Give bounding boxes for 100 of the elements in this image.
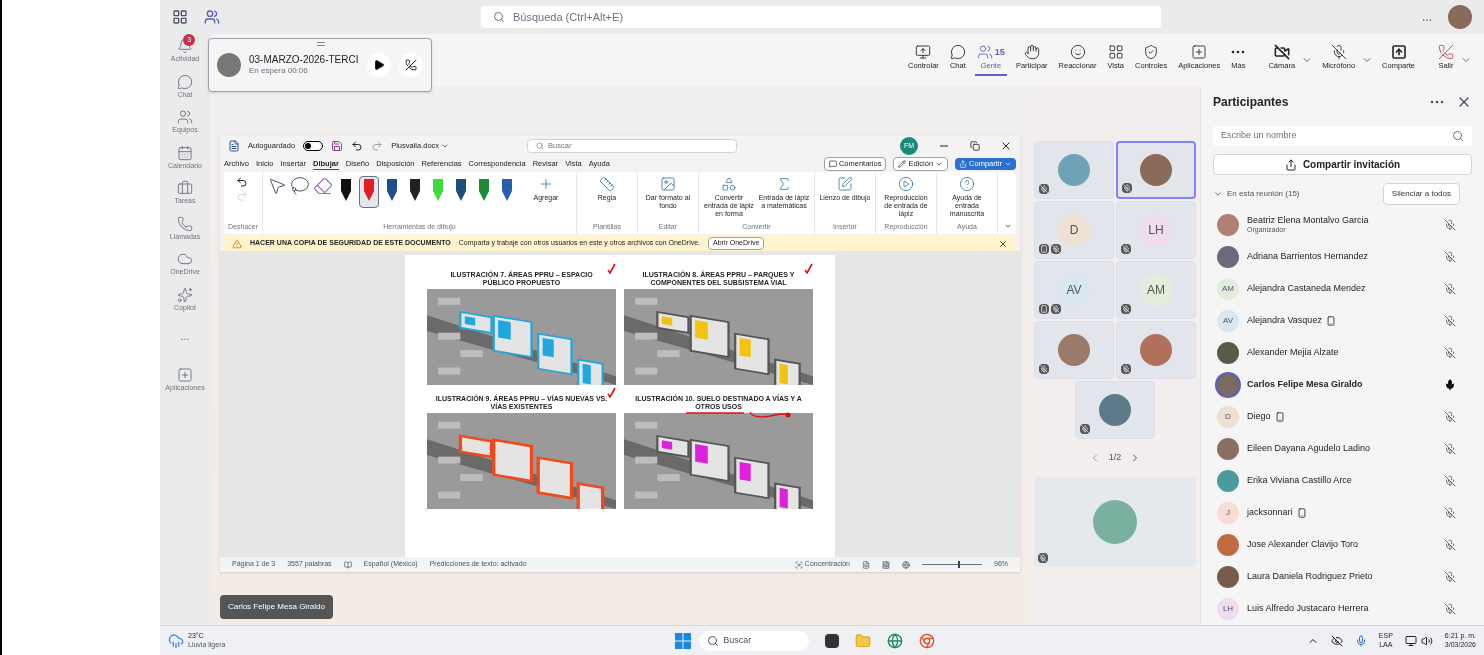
- mic-off-badge: [1080, 424, 1090, 434]
- initials-avatar: D: [1217, 406, 1239, 428]
- apps-icon[interactable]: [172, 9, 188, 25]
- print-layout-icon[interactable]: [882, 560, 890, 569]
- mic-off-badge: [1038, 552, 1048, 563]
- windows-logo-icon[interactable]: [675, 632, 692, 649]
- more-button[interactable]: ...: [1422, 8, 1432, 26]
- close-icon[interactable]: [1000, 140, 1012, 152]
- hang-up-icon: [1438, 44, 1454, 61]
- speaker-icon[interactable]: [1420, 634, 1433, 647]
- eraser-icon[interactable]: [312, 176, 333, 196]
- initials-avatar: AM: [1140, 274, 1172, 306]
- participant-row[interactable]: Carlos Felipe Mesa Giraldo: [1213, 369, 1472, 401]
- web-layout-icon[interactable]: [902, 560, 910, 569]
- mute-all-button[interactable]: Silenciar a todos: [1382, 183, 1460, 205]
- hang-up-icon: [405, 59, 417, 71]
- video-tile[interactable]: LH: [1116, 201, 1196, 259]
- browser-icon[interactable]: [919, 632, 936, 649]
- ruler-icon: [598, 176, 615, 192]
- initials-avatar: AM: [1217, 278, 1239, 300]
- participant-row[interactable]: Erika Viviana Castillo Arce: [1213, 465, 1472, 497]
- plus-icon: [1191, 44, 1208, 61]
- lasso-icon[interactable]: [289, 176, 310, 196]
- participant-name: Alejandra Castaneda Mendez: [1247, 283, 1366, 295]
- mic-icon[interactable]: [1354, 634, 1367, 647]
- chat-icon: [177, 73, 193, 90]
- participant-row[interactable]: AM Alejandra Castaneda Mendez: [1213, 273, 1472, 305]
- collapse-icon[interactable]: [1004, 222, 1012, 230]
- proofing-icon[interactable]: [343, 560, 352, 569]
- participant-row[interactable]: Eileen Dayana Agudelo Ladino: [1213, 433, 1472, 465]
- undo-icon[interactable]: [236, 176, 248, 188]
- participant-name: Diego: [1247, 411, 1271, 423]
- call-status: En espera 00:06: [249, 66, 309, 77]
- bell-icon: [177, 38, 193, 54]
- read-mode-icon[interactable]: [862, 560, 870, 569]
- more-icon[interactable]: [1430, 99, 1444, 104]
- restore-icon[interactable]: [970, 141, 980, 151]
- avatar[interactable]: [1448, 5, 1472, 29]
- people-icon: [976, 44, 993, 61]
- initials-avatar: LH: [1140, 214, 1172, 246]
- mic-off-badge: [1051, 244, 1061, 254]
- resume-button[interactable]: [367, 53, 391, 77]
- comment-icon: [828, 160, 837, 168]
- call-title: 03-MARZO-2026-TERCI: [249, 53, 359, 67]
- close-icon[interactable]: [998, 238, 1008, 249]
- phone-icon: [177, 215, 193, 232]
- taskbar-search-field[interactable]: Buscar: [699, 630, 810, 651]
- word-logo-icon: [228, 140, 240, 152]
- caret-icon: [441, 142, 450, 150]
- globe-icon[interactable]: [887, 632, 904, 649]
- participant-row[interactable]: D Diego: [1213, 401, 1472, 433]
- undo-icon[interactable]: [351, 140, 364, 152]
- participant-row[interactable]: LH Luis Alfredo Justacaro Herrera: [1213, 593, 1472, 625]
- redo-icon[interactable]: [371, 140, 384, 152]
- name-search-field[interactable]: Escribe un nombre: [1213, 125, 1472, 147]
- task-view-icon[interactable]: [825, 633, 840, 648]
- search-icon: [1452, 130, 1464, 143]
- replay-icon: [897, 176, 914, 192]
- help-icon: [958, 176, 975, 192]
- participant-name: Adriana Barrientos Hernandez: [1247, 251, 1369, 263]
- more-icon: [1231, 50, 1246, 55]
- rail-item[interactable]: ...: [180, 322, 190, 342]
- autosave-toggle[interactable]: [303, 141, 324, 151]
- mic-off-badge: [1121, 364, 1131, 374]
- monitor-icon: [915, 44, 932, 61]
- search-field[interactable]: Búsqueda (Ctrl+Alt+E): [481, 6, 1161, 28]
- video-tile[interactable]: D: [1034, 201, 1114, 259]
- tray-icon[interactable]: [1330, 634, 1343, 647]
- teams-logo-icon[interactable]: [204, 9, 220, 25]
- hang-up-button[interactable]: [399, 53, 423, 77]
- participant-row[interactable]: Laura Daniela Rodriguez Prieto: [1213, 561, 1472, 593]
- page-indicator: 1/2: [1108, 451, 1122, 464]
- zoom-slider[interactable]: [922, 561, 982, 568]
- participant-row[interactable]: AV Alejandra Vasquez: [1213, 305, 1472, 337]
- save-icon[interactable]: [331, 140, 344, 152]
- search-icon: [493, 11, 505, 23]
- presenter-name-tag: Carlos Felipe Mesa Giraldo: [220, 595, 333, 619]
- drag-handle-icon[interactable]: [317, 42, 325, 46]
- video-tile[interactable]: AV: [1034, 261, 1114, 319]
- camera-off-icon: [1273, 44, 1290, 61]
- participant-row[interactable]: J jacksonnari: [1213, 497, 1472, 529]
- hand-icon: [1023, 44, 1040, 61]
- warning-icon: [232, 238, 242, 249]
- share-invite-button[interactable]: Compartir invitación: [1213, 154, 1472, 175]
- self-video-tile[interactable]: [1034, 476, 1196, 567]
- participant-name: Jose Alexander Clavijo Toro: [1247, 539, 1358, 551]
- initials-avatar: J: [1217, 502, 1239, 524]
- monitor-icon[interactable]: [1404, 634, 1417, 647]
- call-avatar: [217, 53, 241, 77]
- participant-row[interactable]: Alexander Mejia Alzate: [1213, 337, 1472, 369]
- participant-row[interactable]: Adriana Barrientos Hernandez: [1213, 241, 1472, 273]
- participant-row[interactable]: Jose Alexander Clavijo Toro: [1213, 529, 1472, 561]
- weather-icon[interactable]: [168, 632, 184, 649]
- caret-icon: [935, 160, 944, 168]
- video-tile[interactable]: AM: [1116, 261, 1196, 319]
- mic-off-badge: [1051, 304, 1061, 314]
- section-toggle[interactable]: En esta reunión (15): [1213, 188, 1300, 200]
- participant-name: Erika Viviana Castillo Arce: [1247, 475, 1352, 487]
- search-icon: [536, 142, 545, 150]
- video-tile[interactable]: [1116, 141, 1196, 199]
